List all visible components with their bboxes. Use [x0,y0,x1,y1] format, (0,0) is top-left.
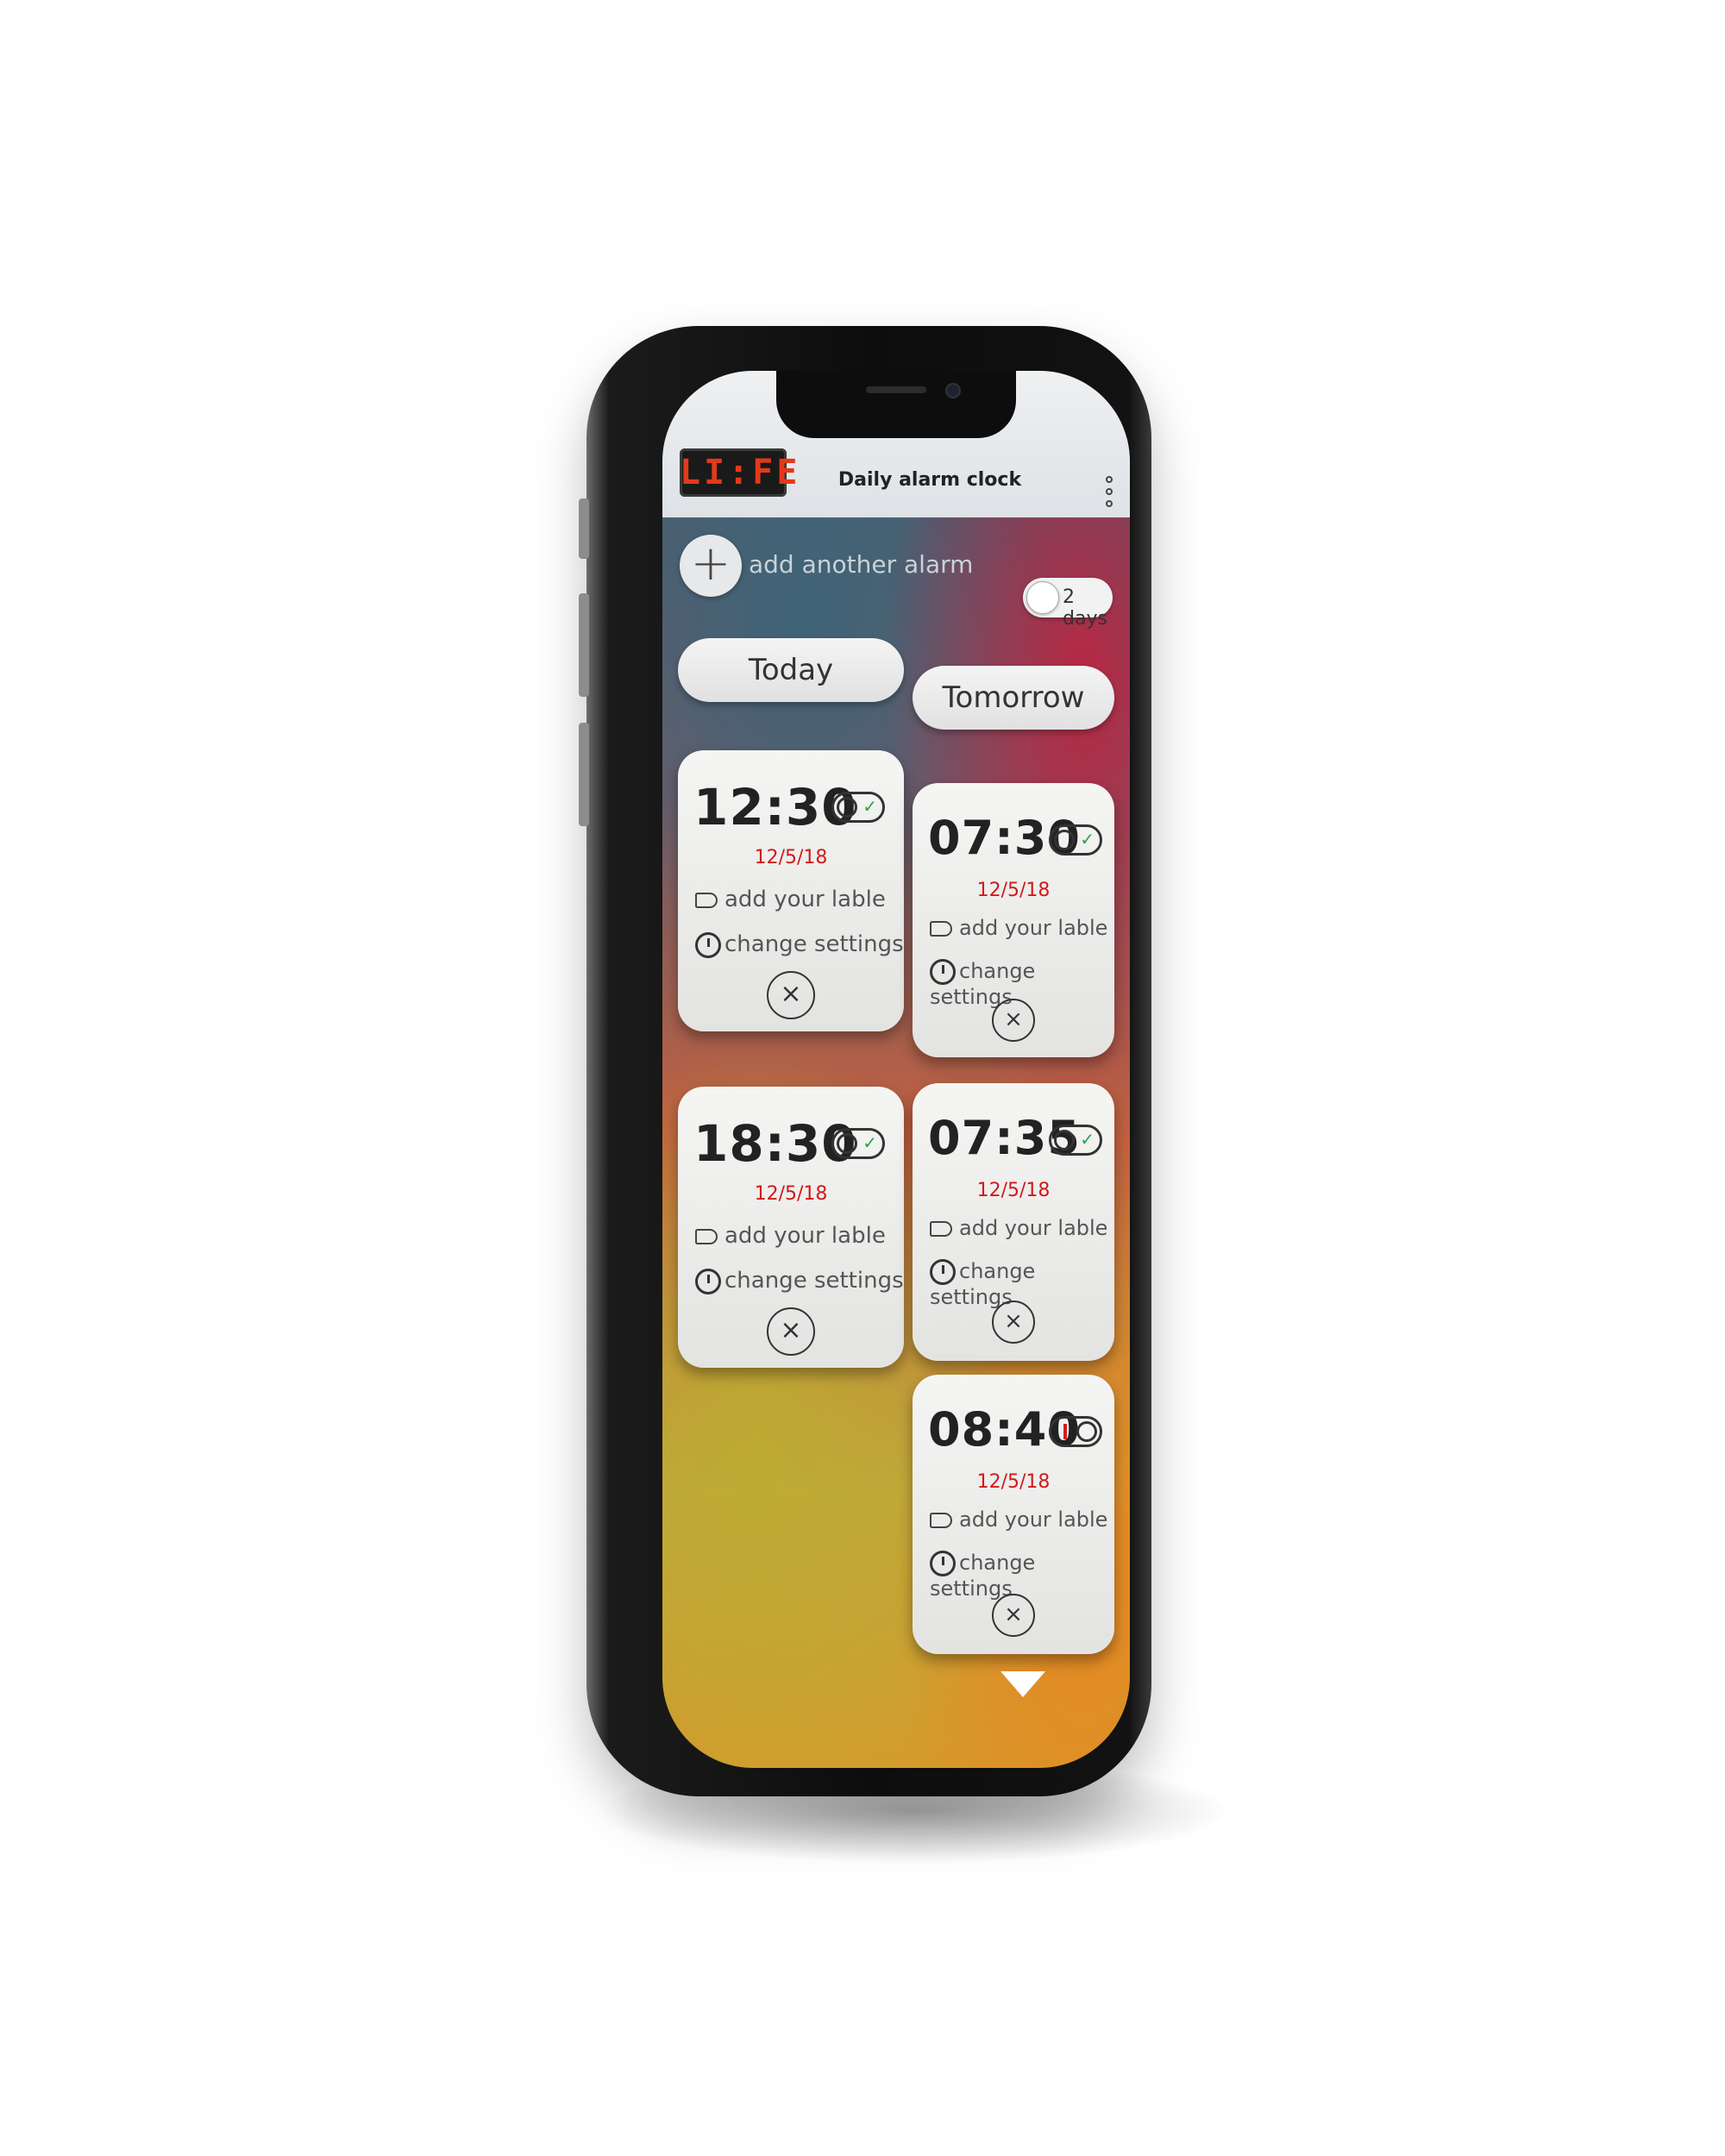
alarm-clock-icon [695,931,721,958]
remove-alarm-button[interactable]: × [992,1594,1035,1637]
mute-switch [579,498,589,559]
check-icon: ✓ [1080,829,1095,849]
change-settings-text: change settings [724,931,904,957]
two-days-label: 2 days [1063,586,1107,630]
vertical-ellipsis-icon[interactable] [1106,476,1114,516]
front-camera [945,383,961,398]
add-label-text: add your lable [724,887,886,912]
add-label-text: add your lable [959,1507,1108,1532]
two-days-toggle[interactable]: 2 days [1023,578,1113,630]
app-logo: LI:FE [680,448,797,497]
alarm-enable-switch[interactable]: ✓ [1049,824,1102,856]
change-settings-row[interactable]: change settings [695,931,904,958]
remove-alarm-button[interactable]: × [992,999,1035,1042]
alarm-clock-icon [695,1268,721,1294]
tag-icon [695,1228,718,1244]
alarm-clock-icon [930,1259,956,1285]
alarm-clock-icon [930,959,956,985]
alarm-card[interactable]: 08:40 12/5/18 add your lable change sett… [913,1375,1114,1654]
change-settings-row[interactable]: change settings [695,1268,904,1294]
alarm-card[interactable]: 12:30 ✓ 12/5/18 add your lable change se… [678,750,904,1031]
tab-tomorrow[interactable]: Tomorrow [913,666,1114,730]
remove-alarm-button[interactable]: × [767,971,815,1019]
remove-alarm-button[interactable]: × [992,1300,1035,1344]
speaker [866,386,926,393]
tab-today[interactable]: Today [678,638,904,702]
change-settings-text: change settings [724,1268,904,1294]
notch [776,371,1016,438]
volume-down-button [579,723,589,826]
add-label-row[interactable]: add your lable [930,1216,1107,1240]
tag-icon [930,1221,952,1237]
alarm-date: 12/5/18 [976,880,1051,901]
change-settings-row[interactable]: change settings [930,1551,1114,1601]
tag-icon [930,921,952,937]
alarm-card[interactable]: 07:35 ✓ 12/5/18 add your lable change se… [913,1083,1114,1361]
alarm-enable-switch[interactable]: ✓ [831,792,885,823]
alarm-disabled-switch[interactable] [1049,1416,1102,1447]
add-label-text: add your lable [959,1216,1108,1240]
add-label-text: add your lable [724,1223,886,1249]
scroll-down-icon[interactable] [1000,1671,1045,1697]
alarm-card[interactable]: 18:30 ✓ 12/5/18 add your lable change se… [678,1087,904,1368]
add-label-row[interactable]: add your lable [930,916,1107,940]
alarm-date: 12/5/18 [976,1180,1051,1201]
add-alarm-label[interactable]: add another alarm [749,550,973,579]
add-label-text: add your lable [959,916,1108,940]
alarm-date: 12/5/18 [754,847,828,868]
phone-frame: LI:FE Daily alarm clock + add another al… [579,326,1151,1796]
off-indicator [1063,1424,1067,1439]
remove-alarm-button[interactable]: × [767,1307,815,1356]
add-label-row[interactable]: add your lable [695,1223,886,1249]
add-label-row[interactable]: add your lable [695,887,886,912]
check-icon: ✓ [1080,1129,1095,1150]
tag-icon [695,892,718,908]
app-title: Daily alarm clock [837,469,1022,491]
alarm-card[interactable]: 07:30 ✓ 12/5/18 add your lable change se… [913,783,1114,1057]
alarm-enable-switch[interactable]: ✓ [1049,1125,1102,1156]
screen: LI:FE Daily alarm clock + add another al… [662,371,1130,1768]
alarm-date: 12/5/18 [754,1183,828,1205]
toggle-knob [1026,581,1059,614]
alarm-enable-switch[interactable]: ✓ [831,1128,885,1159]
add-alarm-button[interactable]: + [680,535,742,597]
alarm-clock-icon [930,1551,956,1576]
volume-up-button [579,593,589,697]
add-label-row[interactable]: add your lable [930,1507,1107,1532]
check-icon: ✓ [862,1132,877,1153]
check-icon: ✓ [862,796,877,817]
tag-icon [930,1513,952,1528]
alarm-date: 12/5/18 [976,1471,1051,1493]
